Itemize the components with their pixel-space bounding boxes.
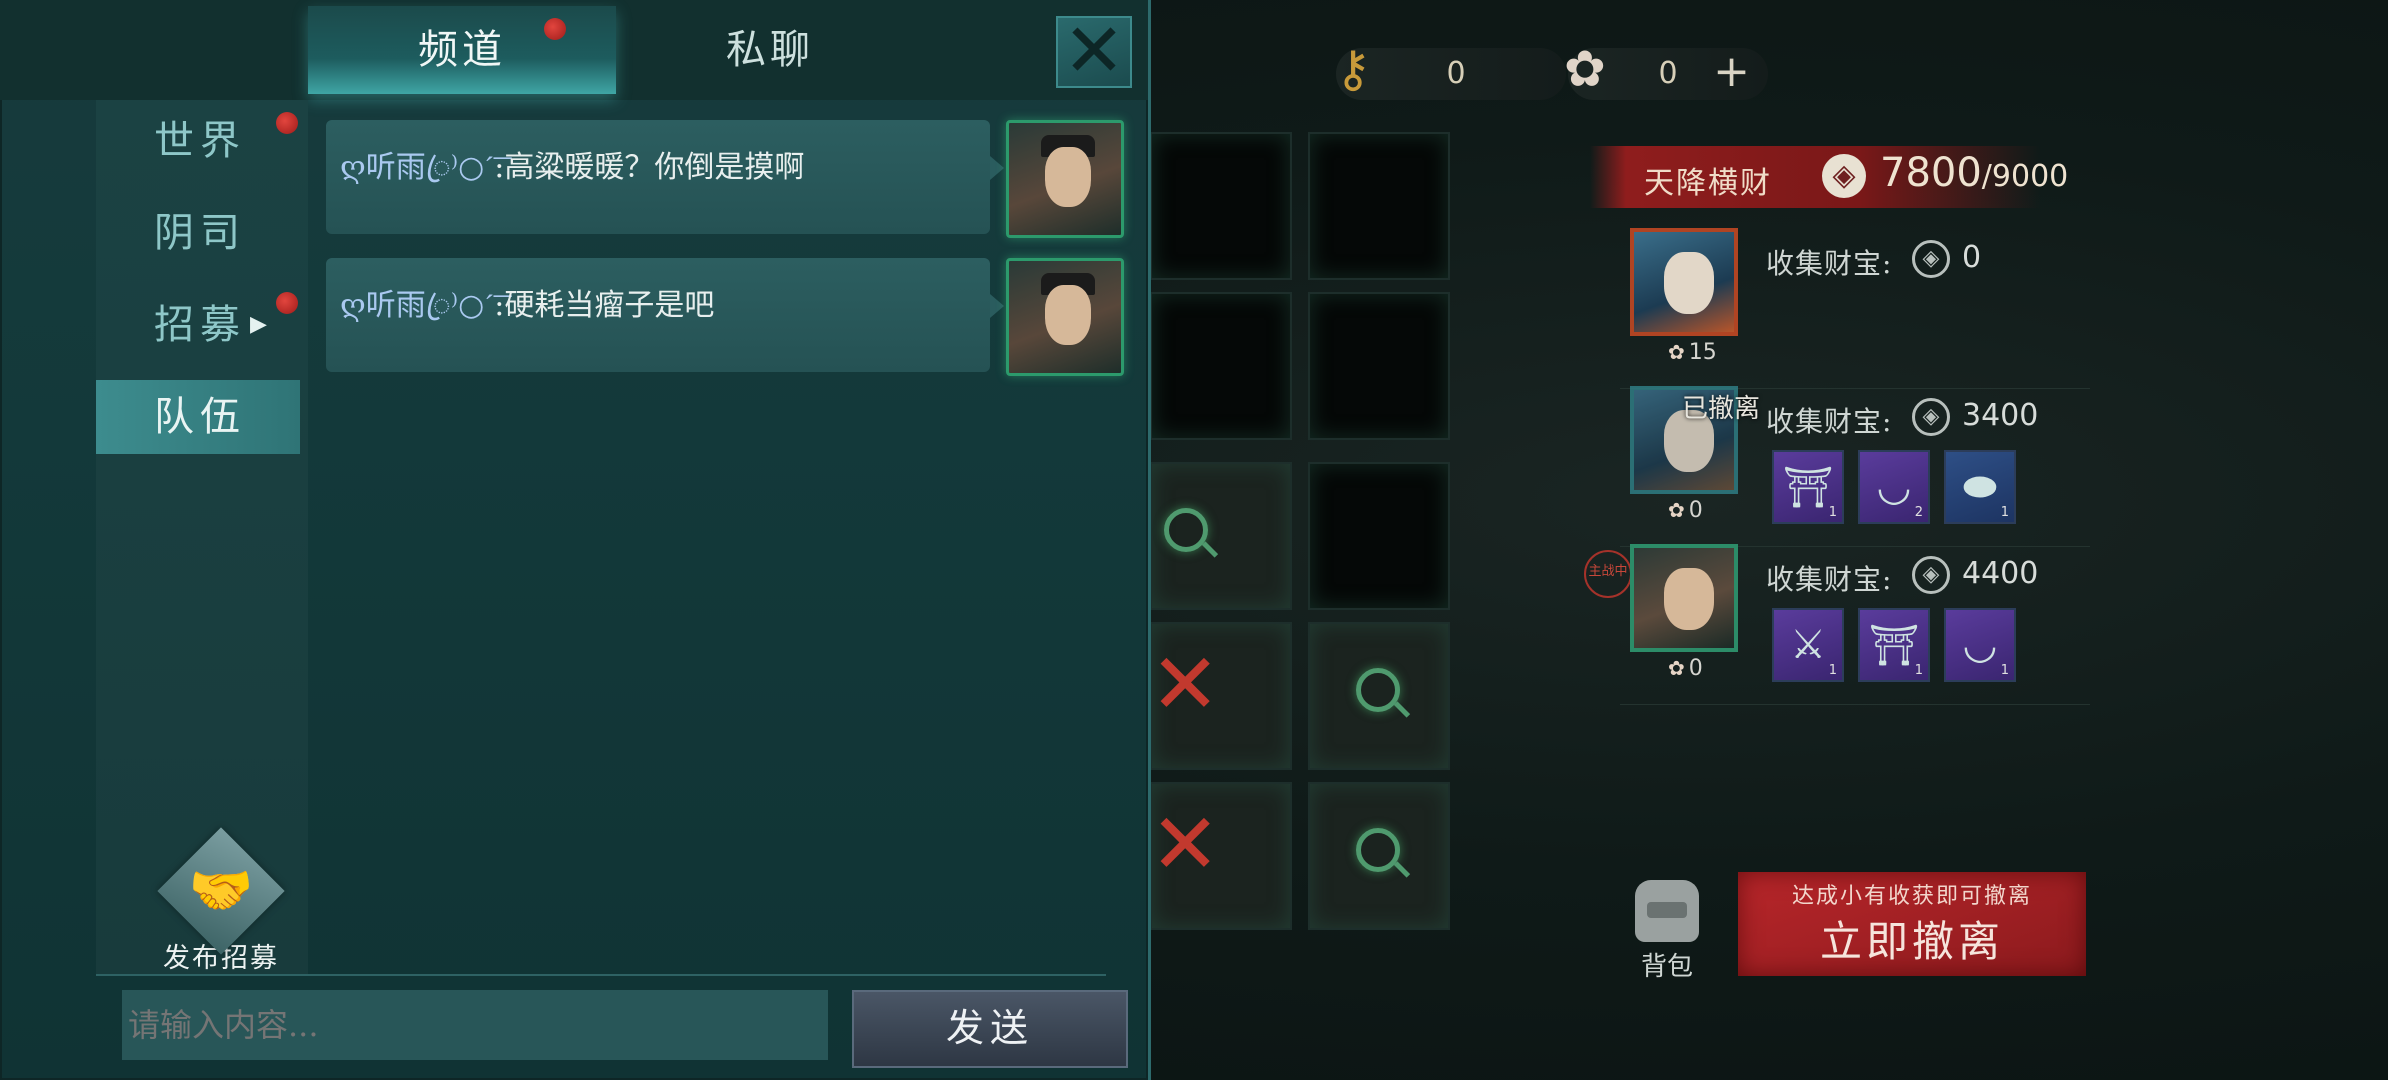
message-sender[interactable]: ღ听雨ꦿ⁾○ˊ͞	[340, 288, 494, 323]
search-icon	[1356, 828, 1400, 872]
coin-icon: ◈	[1822, 154, 1866, 198]
map-cell[interactable]	[1308, 132, 1450, 280]
event-progress: 7800/9000	[1880, 150, 2069, 196]
token-count: 0	[1658, 56, 1678, 91]
gold-ingot-icon[interactable]: ⬬ 1	[1944, 450, 2016, 524]
close-x-icon: ✕	[1062, 8, 1125, 94]
map-cell[interactable]	[1308, 292, 1450, 440]
map-cell[interactable]	[1150, 292, 1292, 440]
channel-sidebar: 世界 阴司 招募 ▶ 队伍	[96, 100, 308, 974]
map-cell[interactable]	[1308, 462, 1450, 610]
publish-recruit-button[interactable]: 🤝 发布招募	[156, 827, 286, 975]
incense-burner-icon[interactable]: ⛩ 1	[1858, 608, 1930, 682]
member-count: 0	[1668, 656, 1703, 681]
member-count: 15	[1668, 340, 1717, 365]
chat-input[interactable]	[122, 990, 828, 1060]
message-sender[interactable]: ღ听雨ꦿ⁾○ˊ͞	[340, 150, 494, 185]
backpack-label: 背包	[1640, 952, 1693, 982]
golden-key-icon: ⚷	[1334, 40, 1372, 98]
add-token-button[interactable]: +	[1713, 46, 1750, 97]
chat-panel: 频道 私聊 ✕ 世界 阴司 招募 ▶ 队伍 🤝 发布招募 ღ听雨ꦿ⁾○ˊ͞:高粱…	[0, 0, 1151, 1080]
coin-icon: ◈	[1912, 556, 1950, 594]
treasure-list: ⛩ 1 ◡ 2 ⬬ 1	[1772, 450, 2016, 524]
jade-bowl-icon[interactable]: ◡ 1	[1944, 608, 2016, 682]
notification-dot	[276, 292, 298, 314]
tab-channel[interactable]: 频道	[308, 6, 616, 94]
coin-icon: ◈	[1912, 398, 1950, 436]
member-portrait	[1630, 544, 1738, 652]
key-counter: ⚷ 0	[1335, 40, 1566, 100]
tab-private[interactable]: 私聊	[616, 6, 924, 94]
event-banner: 天降横财 ◈ 7800/9000	[1590, 146, 2068, 208]
cross-mark-icon: ✕	[1150, 795, 1221, 893]
chat-message[interactable]: ღ听雨ꦿ⁾○ˊ͞:硬耗当瘤子是吧	[326, 258, 1004, 372]
jade-bowl-icon[interactable]: ◡ 2	[1858, 450, 1930, 524]
token-counter: ✿ 0 +	[1564, 40, 1768, 100]
message-text: :高粱暖暖？你倒是摸啊	[494, 150, 805, 185]
caret-right-icon: ▶	[250, 312, 273, 337]
team-member[interactable]: 15 收集财宝: ◈ 0	[1620, 228, 2090, 389]
collect-amount: 3400	[1962, 398, 2039, 433]
search-icon	[1164, 508, 1208, 552]
chat-message[interactable]: ღ听雨ꦿ⁾○ˊ͞:高粱暖暖？你倒是摸啊	[326, 120, 1004, 234]
map-cell[interactable]	[1150, 132, 1292, 280]
avatar[interactable]	[1006, 258, 1124, 376]
divider	[96, 974, 1106, 976]
member-portrait	[1630, 228, 1738, 336]
team-member[interactable]: 主战中 0 收集财宝: ◈ 4400 ⚔1 ⛩1 ◡1	[1584, 544, 2090, 705]
map-cell[interactable]: ✕	[1150, 622, 1292, 770]
map-cell[interactable]	[1308, 622, 1450, 770]
map-cell[interactable]: ✕	[1150, 782, 1292, 930]
evacuated-status: 已撤离	[1682, 394, 1761, 424]
notification-dot	[544, 18, 566, 40]
message-text: :硬耗当瘤子是吧	[494, 288, 715, 323]
coin-icon: ◈	[1912, 240, 1950, 278]
member-count: 0	[1668, 498, 1703, 523]
key-count: 0	[1446, 56, 1466, 91]
collect-label: 收集财宝:	[1766, 405, 1893, 438]
sidebar-item-underworld[interactable]: 阴司	[96, 196, 300, 270]
team-member[interactable]: 已撤离 0 收集财宝: ◈ 3400 ⛩1 ◡2 ⬬1	[1620, 386, 2090, 547]
sidebar-item-recruit[interactable]: 招募 ▶	[96, 288, 300, 362]
event-title: 天降横财	[1644, 166, 1772, 201]
search-icon	[1356, 668, 1400, 712]
map-cell[interactable]	[1308, 782, 1450, 930]
backpack-icon	[1635, 880, 1699, 942]
flower-token-icon: ✿	[1564, 40, 1606, 98]
collect-label: 收集财宝:	[1766, 563, 1893, 596]
evacuate-label: 立即撤离	[1819, 917, 2004, 966]
backpack-button[interactable]: 背包	[1622, 880, 1712, 982]
collect-label: 收集财宝:	[1766, 247, 1893, 280]
sidebar-item-team[interactable]: 队伍	[96, 380, 300, 454]
notification-dot	[276, 112, 298, 134]
close-button[interactable]: ✕	[1056, 14, 1132, 88]
member-status-tag: 主战中	[1584, 550, 1632, 598]
map-cell[interactable]	[1150, 462, 1292, 610]
cross-mark-icon: ✕	[1150, 635, 1221, 733]
jade-dagger-icon[interactable]: ⚔ 1	[1772, 608, 1844, 682]
evacuate-button[interactable]: 达成小有收获即可撤离 立即撤离	[1738, 872, 2086, 976]
avatar[interactable]	[1006, 120, 1124, 238]
sidebar-item-world[interactable]: 世界	[96, 104, 300, 178]
incense-burner-icon[interactable]: ⛩ 1	[1772, 450, 1844, 524]
collect-amount: 4400	[1962, 556, 2039, 591]
send-button[interactable]: 发送	[852, 990, 1128, 1068]
handshake-icon: 🤝	[157, 827, 285, 955]
collect-amount: 0	[1962, 240, 1982, 275]
treasure-list: ⚔ 1 ⛩ 1 ◡ 1	[1772, 608, 2016, 682]
evacuate-hint: 达成小有收获即可撤离	[1791, 884, 2032, 909]
map-grid: ✕ ✕	[1150, 132, 1530, 942]
